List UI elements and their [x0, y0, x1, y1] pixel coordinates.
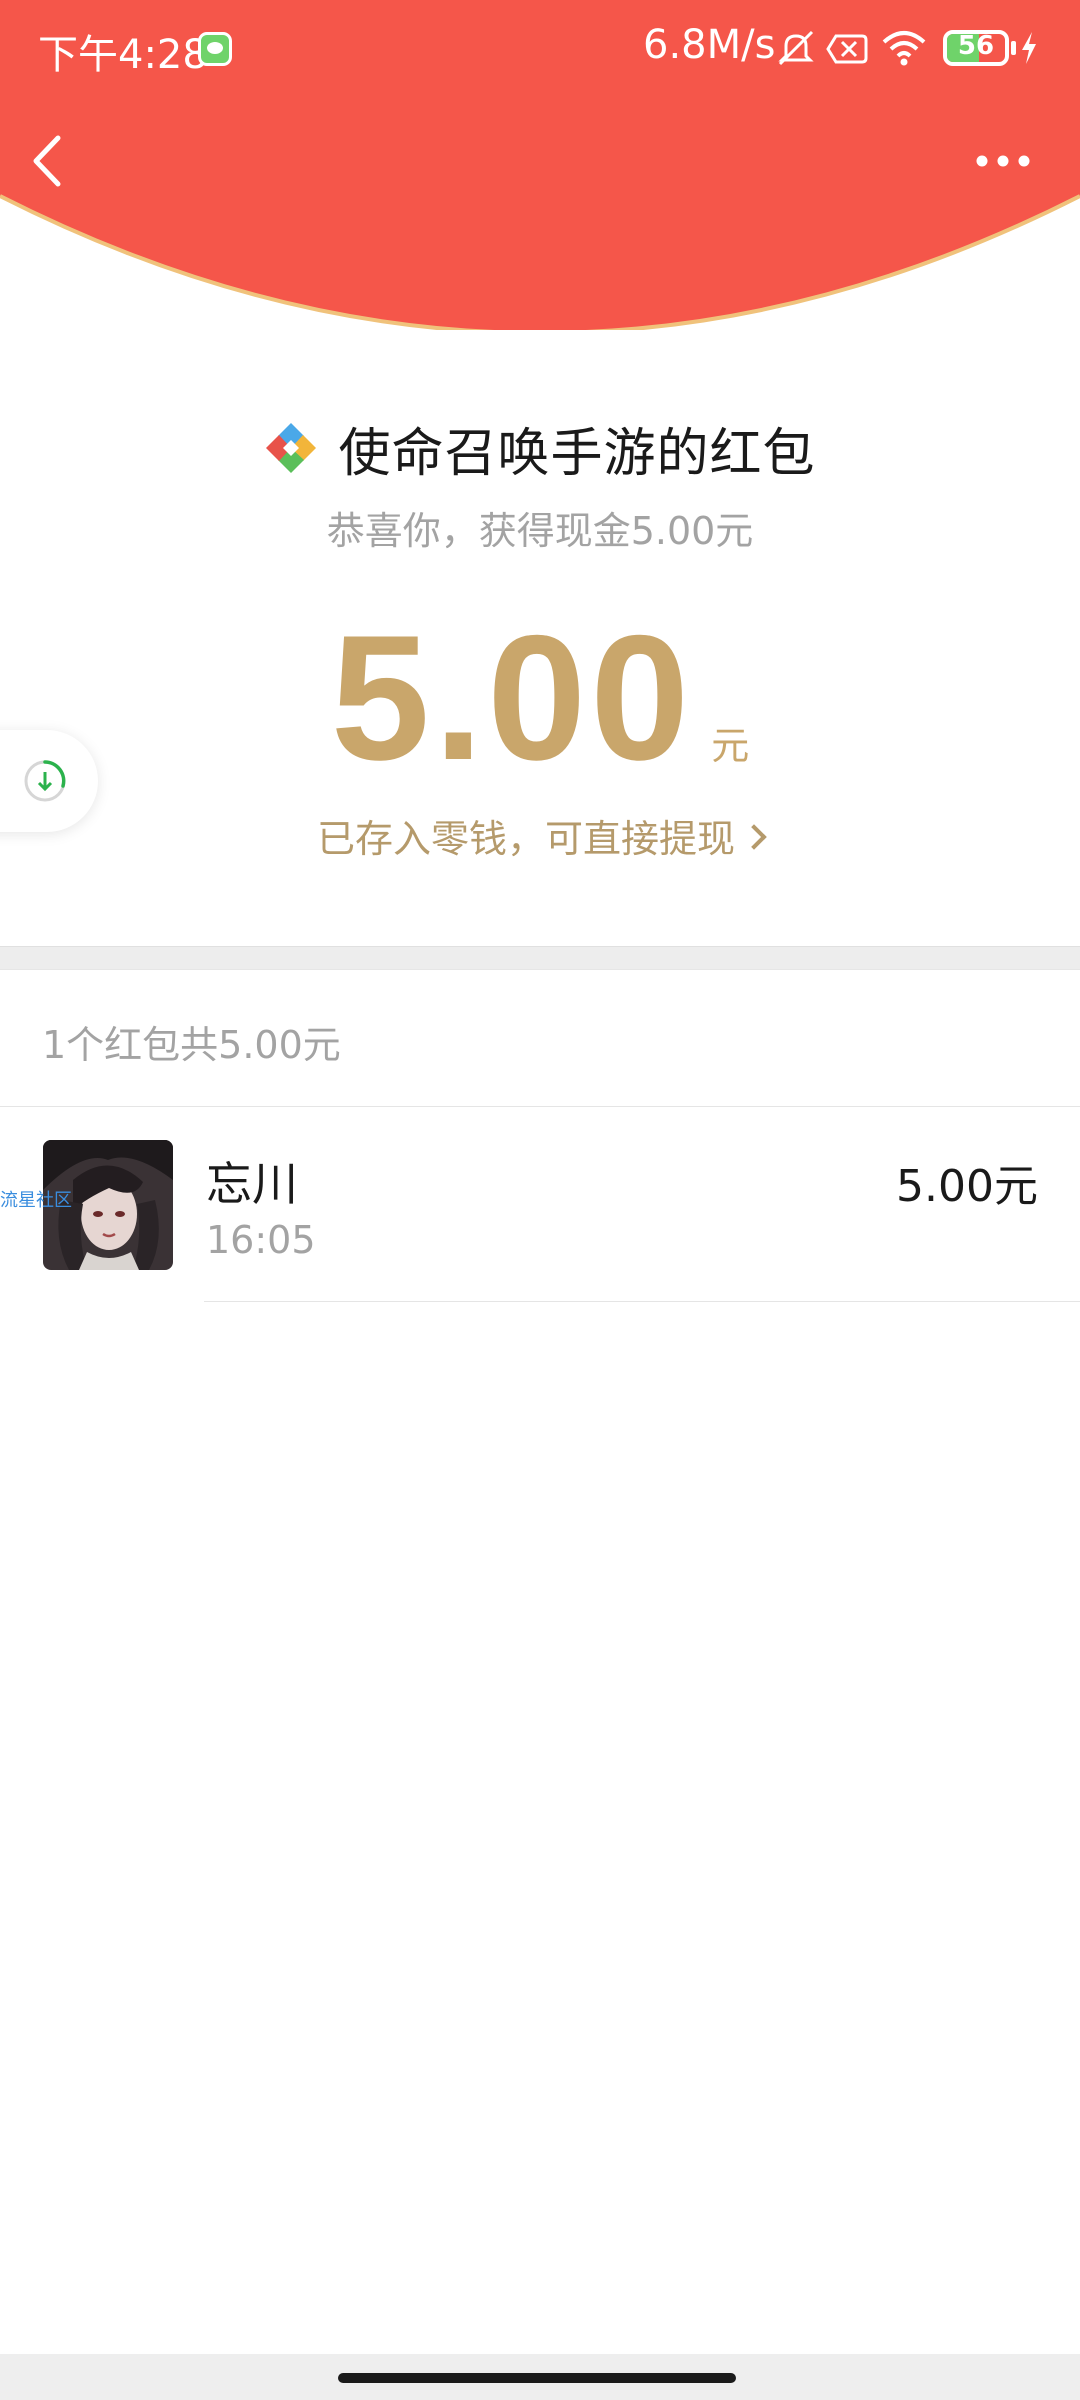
withdraw-link[interactable]: 已存入零钱，可直接提现	[0, 808, 1080, 863]
envelope-summary: 1个红包共5.00元	[42, 1023, 341, 1067]
home-indicator[interactable]	[338, 2373, 736, 2383]
receiver-name: 忘川	[206, 1157, 298, 1211]
sponsor-logo-icon	[266, 423, 317, 473]
section-divider	[0, 946, 1080, 970]
mute-bell-icon	[778, 30, 814, 66]
status-bar: 下午4:28 6.8M/s 56	[0, 0, 1080, 96]
battery-cap	[1011, 41, 1016, 55]
receiver-amount: 5.00元	[896, 1161, 1038, 1212]
wechat-notification-icon	[198, 32, 232, 66]
more-options-button[interactable]	[972, 136, 1034, 186]
amount-unit: 元	[711, 724, 750, 768]
chevron-right-icon	[741, 824, 767, 850]
network-speed: 6.8M/s	[643, 22, 776, 68]
floating-download-button[interactable]	[0, 730, 98, 832]
battery-level: 56	[957, 31, 995, 61]
charging-icon	[1022, 32, 1036, 64]
receiver-time: 16:05	[206, 1218, 316, 1262]
row-divider	[204, 1301, 1080, 1302]
battery-indicator: 56	[943, 30, 1009, 66]
envelope-title-row: 使命召唤手游的红包	[0, 408, 1080, 488]
envelope-subtitle: 恭喜你，获得现金5.00元	[326, 509, 754, 553]
download-progress-icon	[24, 760, 66, 802]
no-sim-icon	[826, 34, 868, 64]
back-button[interactable]	[22, 126, 82, 196]
envelope-title: 使命召唤手游的红包	[338, 423, 816, 484]
amount-value: 5.00	[330, 598, 694, 797]
amount-display: 5.00 元	[0, 608, 1080, 788]
wifi-icon	[882, 31, 926, 66]
divider-line	[0, 1106, 1080, 1107]
status-time: 下午4:28	[38, 32, 208, 78]
withdraw-link-label: 已存入零钱，可直接提现	[316, 817, 735, 861]
avatar-watermark: 流星社区	[0, 1190, 72, 1211]
